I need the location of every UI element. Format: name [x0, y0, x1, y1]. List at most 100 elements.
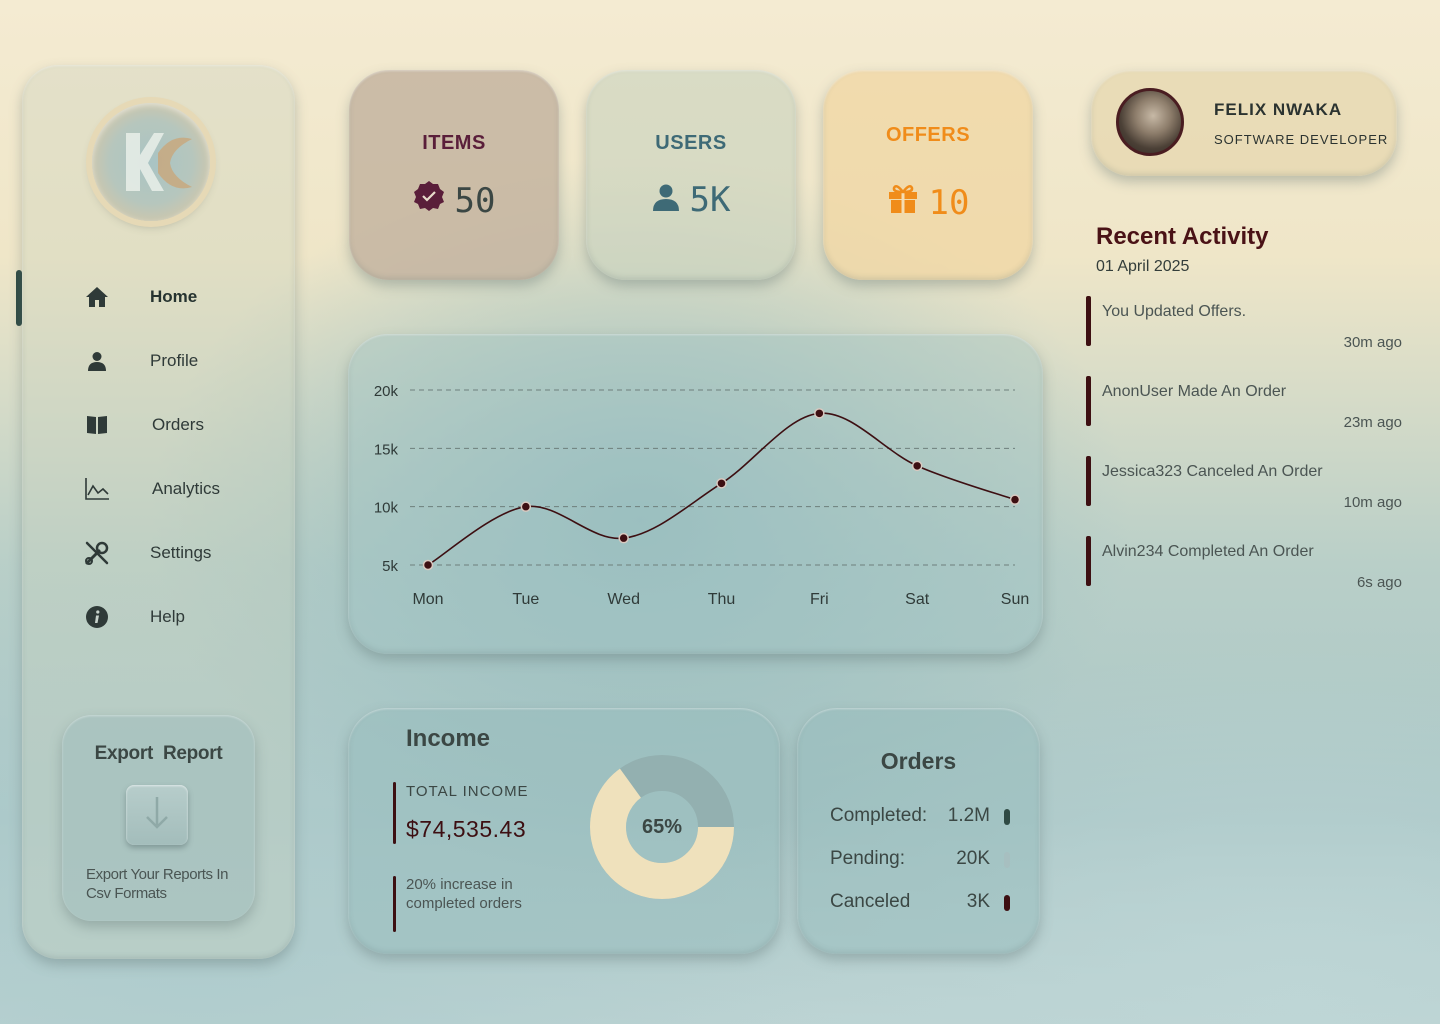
orders-completed-row: Completed: 1.2M — [830, 805, 1010, 831]
activity-time: 6s ago — [1356, 574, 1402, 591]
status-pill — [1004, 809, 1010, 825]
tools-icon — [82, 538, 112, 568]
activity-item[interactable]: Jessica323 Canceled An Order 10m ago — [1086, 456, 1402, 511]
profile-name: FELIX NWAKA — [1214, 100, 1343, 119]
sidebar-item-label: Profile — [150, 351, 199, 370]
users-value: 5K — [689, 180, 731, 220]
orders-pending-row: Pending: 20K — [830, 848, 1010, 874]
data-point — [814, 408, 825, 419]
orders-row-label: Completed: — [830, 805, 928, 826]
weekly-line-chart: 5k 10k 15k 20k Mon Tue Wed Thu Fri Sat Sun — [374, 383, 1029, 608]
activity-marker — [1086, 456, 1091, 506]
home-icon — [82, 282, 112, 312]
verified-badge-icon — [413, 180, 445, 221]
weekly-chart-card: 5k 10k 15k 20k Mon Tue Wed Thu Fri Sat Sun — [348, 334, 1043, 654]
orders-row-label: Pending: — [830, 848, 906, 869]
data-point — [716, 478, 727, 489]
y-tick-label: 10k — [374, 500, 399, 517]
logo-mark — [126, 133, 192, 191]
sidebar-item-settings[interactable]: Settings — [82, 533, 282, 573]
orders-row-label: Canceled — [830, 891, 911, 912]
user-icon — [82, 346, 112, 376]
orders-row-value: 1.2M — [947, 805, 990, 826]
sidebar-item-label: Settings — [150, 543, 212, 562]
sidebar-item-home[interactable]: Home — [82, 277, 282, 317]
donut-percent: 65% — [641, 816, 683, 838]
sidebar-item-orders[interactable]: Orders — [82, 405, 282, 445]
sidebar-item-label: Home — [150, 287, 198, 306]
items-value: 50 — [454, 180, 496, 221]
gift-icon — [887, 182, 919, 223]
users-stat-card[interactable]: USERS 5K — [586, 70, 796, 280]
sidebar-item-label: Analytics — [152, 479, 221, 498]
chart-line-icon — [82, 474, 112, 504]
y-tick-label: 20k — [374, 383, 399, 400]
sidebar-item-profile[interactable]: Profile — [82, 341, 282, 381]
book-icon — [82, 410, 112, 440]
activity-time: 23m ago — [1343, 414, 1402, 431]
status-pill — [1004, 852, 1010, 868]
orders-row-value: 3K — [966, 891, 990, 912]
items-stat-card[interactable]: ITEMS 50 — [349, 70, 559, 280]
data-point — [1009, 494, 1021, 505]
sidebar-item-label: Help — [150, 607, 185, 626]
recent-activity-date: 01 April 2025 — [1096, 258, 1190, 275]
activity-text: AnonUser Made An Order — [1102, 383, 1287, 400]
export-download-button[interactable] — [126, 785, 188, 845]
activity-item[interactable]: AnonUser Made An Order 23m ago — [1086, 376, 1402, 431]
data-point — [422, 559, 434, 571]
income-title: Income — [406, 725, 491, 752]
sidebar-item-help[interactable]: Help — [82, 597, 282, 637]
activity-marker — [1086, 296, 1091, 346]
items-value-row: 50 — [349, 180, 559, 221]
info-icon — [82, 602, 112, 632]
total-income-value: $74,535.43 — [406, 816, 527, 842]
offers-stat-card[interactable]: OFFERS 10 — [823, 70, 1033, 280]
export-title: Export Report — [94, 743, 223, 764]
orders-row-value: 20K — [956, 848, 990, 869]
app-logo[interactable] — [92, 103, 210, 221]
users-title: USERS — [655, 132, 727, 154]
offers-value: 10 — [928, 182, 970, 223]
x-tick-label: Tue — [512, 591, 539, 608]
income-description: 20% increase in completed orders — [406, 876, 522, 912]
download-arrow-icon — [146, 797, 168, 829]
x-tick-label: Fri — [810, 591, 829, 608]
items-title: ITEMS — [422, 132, 486, 154]
offers-value-row: 10 — [823, 182, 1033, 223]
profile-role: SOFTWARE DEVELOPER — [1214, 132, 1389, 147]
user-icon — [652, 180, 680, 220]
y-tick-label: 15k — [374, 441, 399, 458]
export-description: Export Your Reports In Csv Formats — [86, 866, 229, 902]
total-income-label: TOTAL INCOME — [406, 783, 529, 800]
y-tick-label: 5k — [382, 558, 398, 575]
activity-marker — [1086, 376, 1091, 426]
series-line — [427, 412, 1016, 566]
x-tick-label: Thu — [708, 591, 736, 608]
orders-canceled-row: Canceled 3K — [830, 891, 1010, 917]
users-value-row: 5K — [586, 180, 796, 220]
activity-item[interactable]: Alvin234 Completed An Order 6s ago — [1086, 536, 1402, 591]
x-tick-label: Mon — [412, 591, 443, 608]
export-report-card: Export Report Export Your Reports In Csv… — [62, 715, 255, 921]
activity-marker — [1086, 536, 1091, 586]
orders-card: Orders Completed: 1.2M Pending: 20K Canc… — [797, 708, 1040, 954]
activity-text: You Updated Offers. — [1102, 303, 1247, 320]
activity-time: 10m ago — [1343, 494, 1402, 511]
sidebar: Home Profile Orders Analytics Settings H… — [22, 65, 295, 959]
avatar — [1116, 88, 1184, 156]
offers-title: OFFERS — [885, 124, 971, 146]
sidebar-item-analytics[interactable]: Analytics — [82, 469, 282, 509]
income-desc-marker — [393, 876, 396, 932]
orders-title: Orders — [880, 748, 957, 774]
activity-item[interactable]: You Updated Offers. 30m ago — [1086, 296, 1402, 351]
activity-text: Jessica323 Canceled An Order — [1102, 463, 1323, 480]
x-tick-label: Sun — [1001, 591, 1029, 608]
income-card: Income TOTAL INCOME $74,535.43 20% incre… — [348, 708, 780, 954]
total-income-marker — [393, 782, 396, 844]
profile-card[interactable]: FELIX NWAKA SOFTWARE DEVELOPER — [1091, 70, 1397, 176]
x-tick-label: Wed — [607, 591, 640, 608]
x-tick-label: Sat — [905, 591, 930, 608]
sidebar-item-label: Orders — [152, 415, 204, 434]
recent-activity-title: Recent Activity — [1096, 223, 1269, 250]
